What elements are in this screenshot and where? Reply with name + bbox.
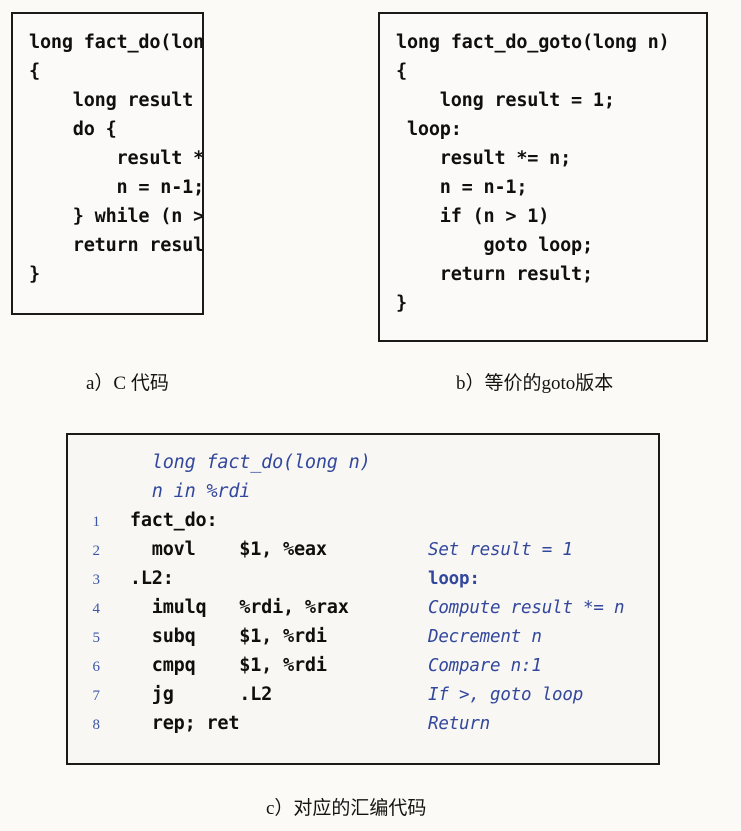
goto-code-listing: long fact_do_goto(long n) { long result …	[396, 32, 670, 314]
assembly-row: 5 subq $1, %rdi Decrement n	[68, 622, 658, 651]
assembly-source-signature: long fact_do(long n)	[108, 452, 371, 473]
line-number: 4	[92, 601, 101, 617]
c-code-box: long fact_do(long n) { long result = 1; …	[11, 12, 204, 315]
assembly-header-row: n in %rdi	[68, 477, 658, 506]
assembly-register-note: n in %rdi	[108, 481, 251, 502]
c-code-listing: long fact_do(long n) { long result = 1; …	[29, 32, 204, 285]
assembly-row: 4 imulq %rdi, %rax Compute result *= n	[68, 593, 658, 622]
assembly-comment: Decrement n	[428, 627, 542, 647]
caption-a: a）C 代码	[86, 373, 169, 394]
assembly-row: 2 movl $1, %eax Set result = 1	[68, 535, 658, 564]
assembly-instruction: .L2:	[108, 568, 174, 589]
assembly-comment: loop:	[428, 569, 480, 589]
assembly-instruction: cmpq $1, %rdi	[108, 655, 327, 676]
assembly-comment: Compare n:1	[428, 656, 542, 676]
assembly-row: 7 jg .L2 If >, goto loop	[68, 680, 658, 709]
line-number: 8	[92, 717, 101, 733]
assembly-comment: If >, goto loop	[428, 685, 584, 705]
line-number: 2	[92, 543, 101, 559]
assembly-code-box-padding: long fact_do(long n) n in %rdi 1 fact_do…	[68, 435, 658, 738]
assembly-row: 6 cmpq $1, %rdi Compare n:1	[68, 651, 658, 680]
assembly-code-box: long fact_do(long n) n in %rdi 1 fact_do…	[66, 433, 660, 765]
line-number: 3	[92, 572, 101, 588]
assembly-header-row: long fact_do(long n)	[68, 448, 658, 477]
assembly-comment: Set result = 1	[428, 540, 573, 560]
assembly-instruction: rep; ret	[108, 713, 240, 734]
assembly-instruction: fact_do:	[108, 510, 218, 531]
line-number: 7	[92, 688, 101, 704]
assembly-instruction: movl $1, %eax	[108, 539, 327, 560]
assembly-instruction: imulq %rdi, %rax	[108, 597, 349, 618]
goto-code-box: long fact_do_goto(long n) { long result …	[378, 12, 708, 342]
line-number: 5	[92, 630, 101, 646]
goto-code-box-padding: long fact_do_goto(long n) { long result …	[380, 14, 706, 328]
assembly-instruction: subq $1, %rdi	[108, 626, 327, 647]
line-number: 6	[92, 659, 101, 675]
assembly-instruction: jg .L2	[108, 684, 273, 705]
line-number: 1	[92, 514, 101, 530]
caption-c: c）对应的汇编代码	[266, 798, 427, 819]
assembly-comment: Return	[428, 714, 491, 734]
assembly-row: 1 fact_do:	[68, 506, 658, 535]
assembly-row: 8 rep; ret Return	[68, 709, 658, 738]
assembly-comment: Compute result *= n	[428, 598, 625, 618]
figure-page: { "figure": { "panel_a": { "code": "long…	[0, 0, 741, 831]
caption-b: b）等价的goto版本	[456, 373, 614, 394]
c-code-box-padding: long fact_do(long n) { long result = 1; …	[13, 14, 202, 299]
assembly-row: 3 .L2: loop:	[68, 564, 658, 593]
